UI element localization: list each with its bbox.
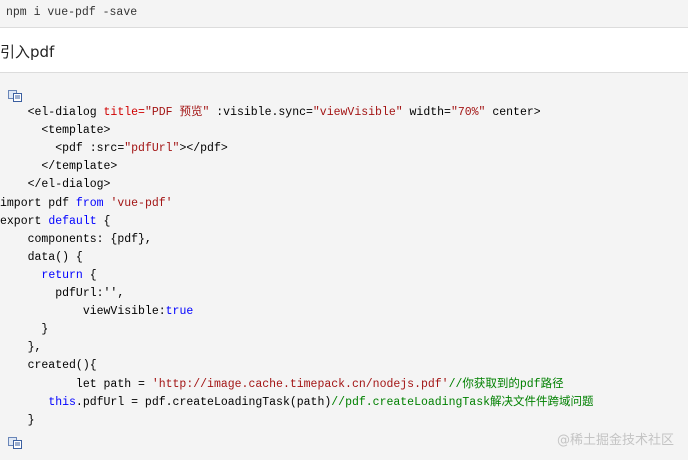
code-token: width=	[402, 106, 451, 119]
code-token: :visible.sync=	[209, 106, 313, 119]
code-line: data() {	[0, 249, 83, 267]
code-line: created(){	[0, 357, 97, 375]
code-line: },	[0, 339, 42, 357]
code-line: }	[0, 412, 35, 430]
code-token: ></pdf>	[179, 142, 228, 156]
code-line: return {	[0, 267, 97, 285]
code-line: viewVisible:true	[0, 303, 193, 321]
code-line: <template>	[0, 122, 110, 140]
code-token: },	[0, 341, 42, 355]
code-token: pdfUrl:'',	[0, 287, 125, 300]
code-token: //你获取到的pdf路径	[448, 377, 564, 391]
code-token: </el-dialog>	[0, 178, 111, 192]
code-token: center>	[485, 106, 541, 119]
code-line: <pdf :src="pdfUrl"></pdf>	[0, 140, 228, 158]
code-token: </template>	[0, 160, 118, 174]
code-token: true	[165, 305, 194, 319]
code-token: export	[0, 214, 49, 228]
code-token: 'http://image.cache.timepack.cn/nodejs.p…	[151, 377, 449, 391]
code-line: let path = 'http://image.cache.timepack.…	[0, 376, 564, 394]
code-token: <pdf :src=	[0, 142, 125, 156]
code-token: "PDF 预览"	[144, 106, 210, 119]
code-line: }	[0, 321, 48, 339]
install-command: npm i vue-pdf -save	[6, 6, 138, 19]
code-token: <el-dialog	[0, 106, 104, 119]
code-token: viewVisible:	[0, 305, 166, 319]
code-line: import pdf from 'vue-pdf'	[0, 195, 173, 213]
code-token: .pdfUrl = pdf.createLoadingTask(path)	[75, 395, 332, 409]
code-token: this	[48, 395, 76, 409]
code-token: }	[0, 413, 35, 427]
copy-code-icon[interactable]	[8, 437, 22, 449]
code-token: components: {pdf},	[0, 232, 152, 246]
code-block: <el-dialog title="PDF 预览" :visible.sync=…	[0, 72, 688, 460]
code-token: return	[41, 268, 83, 282]
code-token: 'vue-pdf'	[110, 196, 173, 210]
code-token: data() {	[0, 250, 83, 264]
install-command-block: npm i vue-pdf -save	[0, 0, 688, 28]
copy-code-icon[interactable]	[8, 90, 22, 102]
code-token: {	[96, 214, 111, 228]
code-token: "pdfUrl"	[124, 142, 180, 156]
code-token: import pdf	[0, 196, 76, 210]
code-token: default	[48, 214, 97, 228]
code-line: </el-dialog>	[0, 176, 111, 194]
code-line: this.pdfUrl = pdf.createLoadingTask(path…	[0, 394, 594, 412]
code-token: "viewVisible"	[312, 106, 403, 119]
code-token: //pdf.createLoadingTask解决文件件跨域问题	[331, 395, 594, 409]
code-token: created(){	[0, 359, 97, 373]
code-line: </template>	[0, 158, 117, 176]
code-token: "70%"	[450, 106, 486, 119]
code-token: {	[82, 268, 97, 282]
site-watermark: @稀土掘金技术社区	[556, 433, 674, 448]
code-line: components: {pdf},	[0, 231, 152, 249]
code-line: export default {	[0, 213, 110, 231]
code-line: <el-dialog title="PDF 预览" :visible.sync=…	[0, 104, 541, 122]
code-token: title=	[103, 106, 145, 119]
code-token: <template>	[0, 124, 111, 138]
code-token: from	[75, 196, 104, 210]
code-line: pdfUrl:'',	[0, 285, 124, 303]
code-token: let path =	[0, 377, 152, 391]
code-token: }	[0, 323, 49, 337]
section-heading: 引入pdf	[0, 43, 55, 61]
